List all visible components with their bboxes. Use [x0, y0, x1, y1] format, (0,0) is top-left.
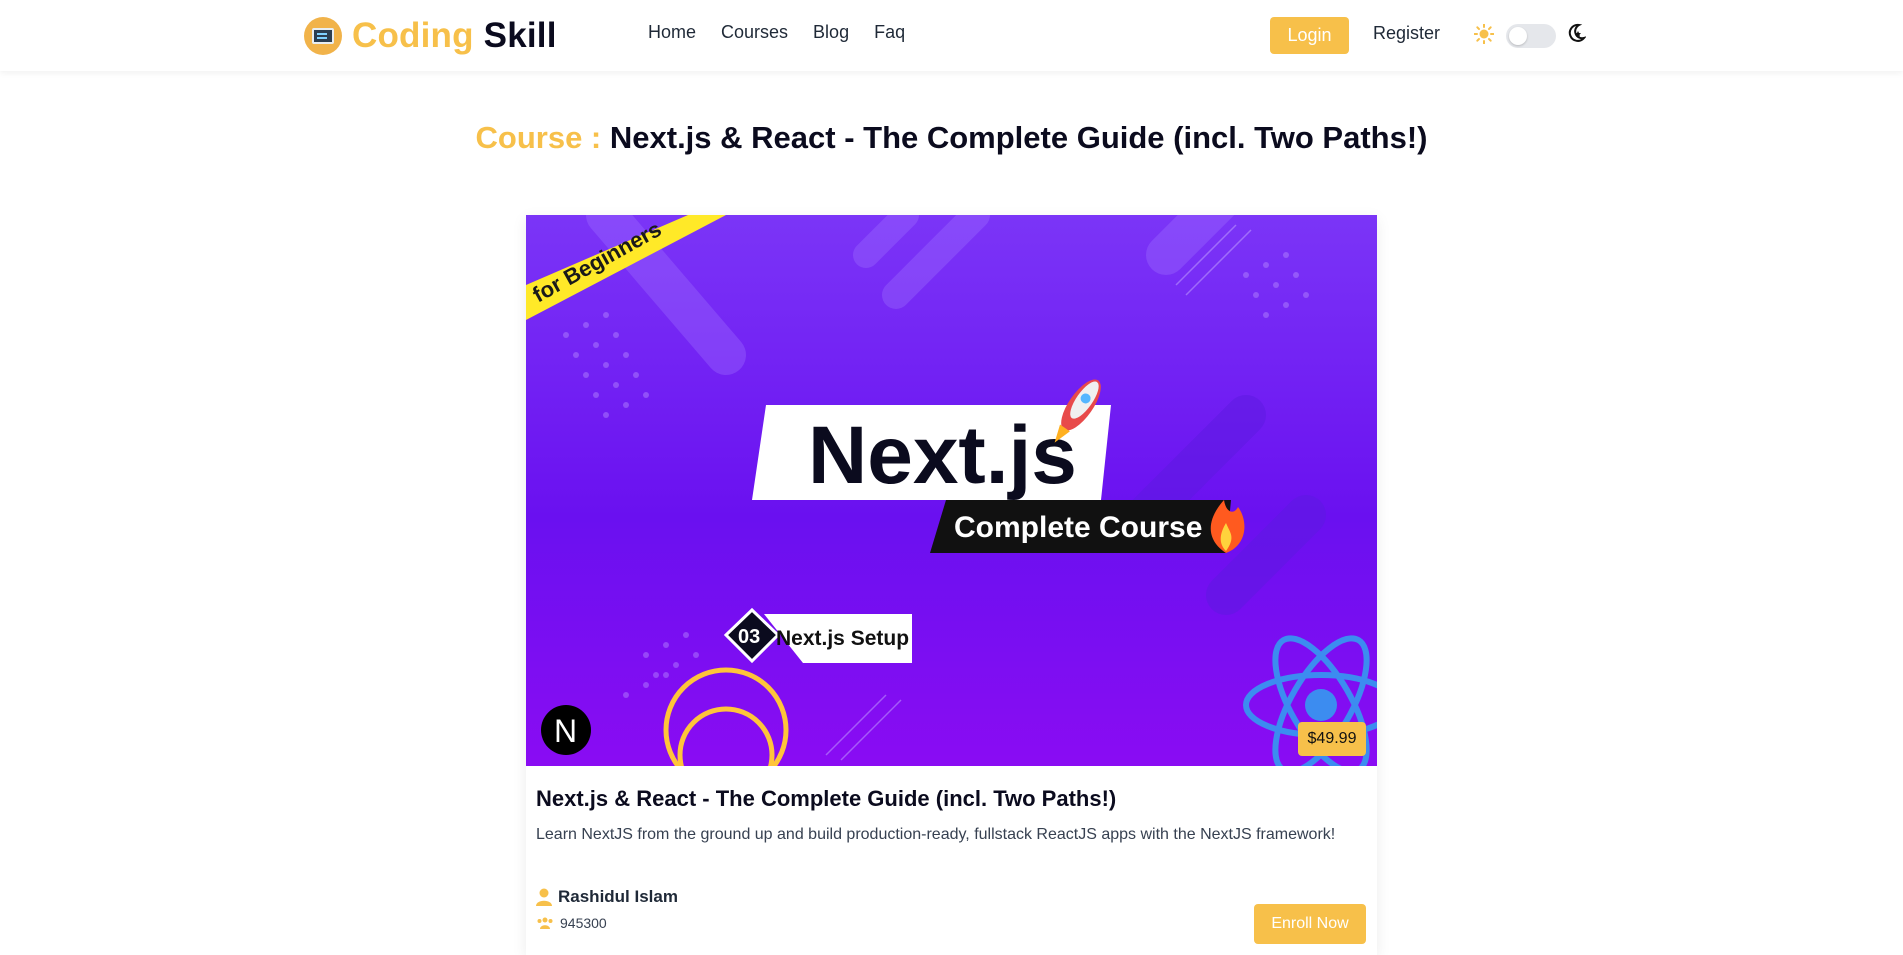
course-description: Learn NextJS from the ground up and buil… [536, 826, 1336, 843]
brand-name: Coding Skill [352, 16, 557, 56]
enroll-now-button[interactable]: Enroll Now [1254, 904, 1366, 944]
brand-name-part2: Skill [483, 16, 557, 55]
course-students: 945300 [536, 915, 607, 931]
main-nav: Home Courses Blog Faq [648, 22, 905, 43]
theme-toggle[interactable] [1506, 24, 1556, 48]
course-card: for Beginners Next.js Complete Course 03… [526, 215, 1377, 955]
nav-link-blog[interactable]: Blog [813, 22, 849, 43]
page-title: Course : Next.js & React - The Complete … [0, 120, 1903, 156]
moon-icon [1568, 23, 1586, 42]
brand-name-part1: Coding [352, 16, 474, 55]
login-button[interactable]: Login [1270, 17, 1349, 54]
brand-logo-link[interactable]: Coding Skill [304, 14, 557, 58]
course-banner-image: for Beginners Next.js Complete Course 03… [526, 215, 1377, 766]
course-author: Rashidul Islam [536, 887, 678, 907]
banner-main-title: Next.js [808, 410, 1077, 501]
nav-link-home[interactable]: Home [648, 22, 696, 43]
page-title-text: Next.js & React - The Complete Guide (in… [609, 120, 1428, 155]
laptop-icon [304, 17, 342, 55]
lesson-number: 03 [738, 626, 760, 648]
price-badge: $49.99 [1298, 722, 1366, 756]
user-icon [536, 888, 552, 906]
nextjs-logo-letter: N [554, 713, 577, 749]
page-title-prefix: Course : [475, 120, 602, 155]
banner-subtitle: Complete Course [954, 511, 1202, 544]
nav-link-courses[interactable]: Courses [721, 22, 788, 43]
sun-icon [1474, 24, 1494, 44]
navbar: Coding Skill Home Courses Blog Faq Login… [0, 0, 1903, 71]
students-count: 945300 [560, 915, 607, 931]
course-title[interactable]: Next.js & React - The Complete Guide (in… [536, 786, 1116, 812]
users-icon [537, 917, 553, 929]
lesson-title: Next.js Setup [776, 627, 909, 650]
register-link[interactable]: Register [1373, 23, 1440, 44]
nav-link-faq[interactable]: Faq [874, 22, 905, 43]
author-name: Rashidul Islam [558, 887, 678, 906]
